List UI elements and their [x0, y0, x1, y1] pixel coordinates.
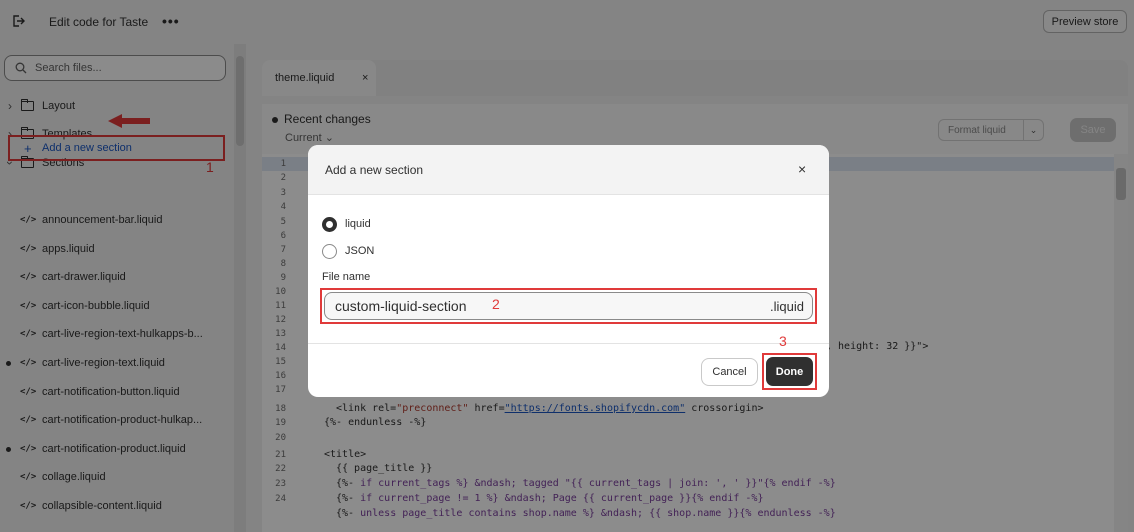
file-name-field[interactable]: .liquid [324, 292, 813, 320]
done-button[interactable]: Done [766, 357, 813, 386]
radio-liquid[interactable]: liquid [322, 215, 371, 233]
annotation-highlight: Done [762, 353, 817, 390]
annotation-step-3: 3 [779, 333, 787, 349]
annotation-step-2: 2 [492, 296, 500, 312]
add-section-dialog: Add a new section × liquid JSON File nam… [308, 145, 829, 397]
annotation-highlight: .liquid [320, 288, 817, 324]
radio-label: JSON [345, 245, 375, 257]
close-icon[interactable]: × [798, 161, 806, 177]
radio-selected-icon[interactable] [322, 216, 337, 232]
file-name-input[interactable] [335, 298, 485, 314]
radio-json[interactable]: JSON [322, 242, 374, 260]
radio-unselected-icon[interactable] [322, 243, 337, 259]
divider [308, 343, 829, 344]
file-suffix: .liquid [770, 298, 804, 314]
dialog-title: Add a new section [325, 163, 424, 177]
cancel-button[interactable]: Cancel [701, 358, 758, 386]
radio-label: liquid [345, 218, 371, 230]
dialog-header: Add a new section × [308, 145, 829, 195]
file-name-label: File name [322, 271, 371, 283]
